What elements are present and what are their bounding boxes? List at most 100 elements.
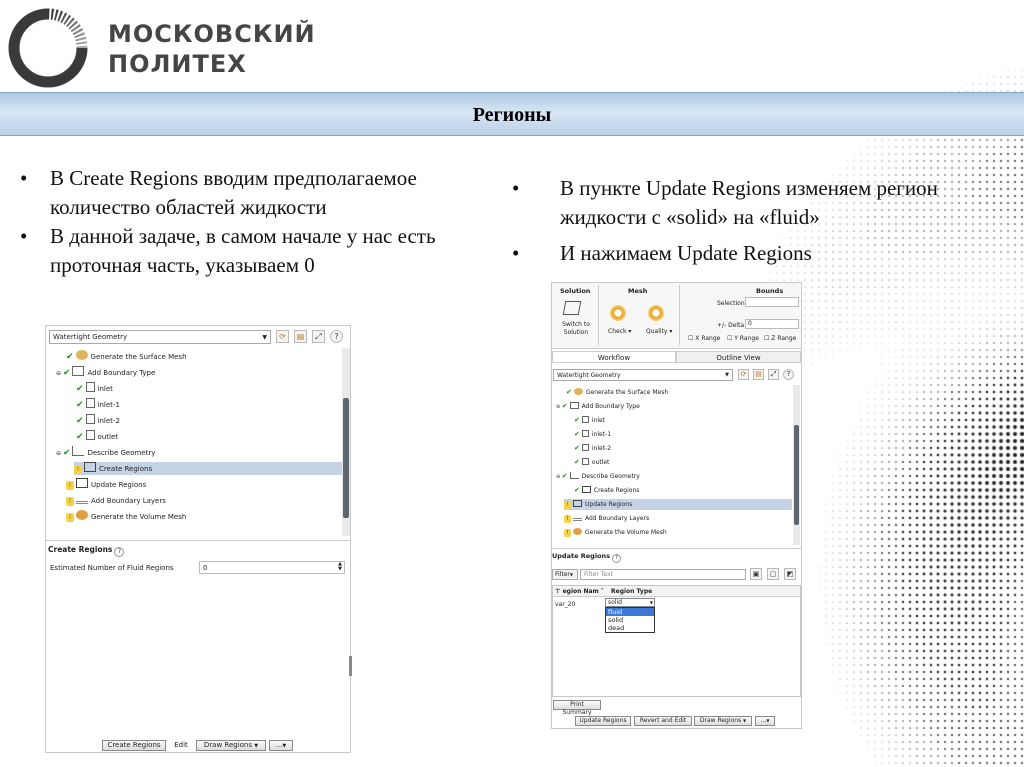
create-regions-screenshot: Watertight Geometry ▼ ⟳ ▤ ⤢ ? ✔ Generate t…: [45, 325, 352, 753]
edit-button[interactable]: Edit: [170, 740, 192, 751]
revert-and-edit-button[interactable]: Revert and Edit: [634, 716, 692, 726]
check-icon: ✔: [566, 388, 572, 396]
expand-icon[interactable]: ⤢: [312, 330, 325, 343]
invert-selection-icon[interactable]: ◩: [784, 568, 796, 580]
z-range-checkbox[interactable]: ☐ Z Range: [764, 334, 796, 344]
tree-node-generate-volume-mesh[interactable]: ! Generate the Volume Mesh: [66, 510, 186, 523]
scrollbar-thumb[interactable]: [794, 425, 799, 525]
tree-node-update-regions[interactable]: ! Update Regions: [564, 499, 792, 510]
save-icon[interactable]: ▤: [753, 369, 764, 380]
regions-table: ⊤ egion Nam ˄ Region Type var_20 solid ▼ …: [552, 585, 801, 697]
more-options-dropdown[interactable]: ...▼: [269, 740, 293, 751]
quality-icon: [648, 305, 664, 321]
y-range-checkbox[interactable]: ☐ Y Range: [727, 334, 759, 344]
save-icon[interactable]: ▤: [294, 330, 307, 343]
workflow-select[interactable]: Watertight Geometry ▼: [553, 369, 733, 381]
help-icon[interactable]: ?: [114, 547, 125, 557]
tab-workflow[interactable]: Workflow: [552, 351, 676, 363]
tree-label: Create Regions: [593, 487, 640, 494]
panel-scrollbar[interactable]: [349, 656, 352, 676]
face-icon: [581, 416, 589, 423]
y-range-label: Y Range: [734, 335, 759, 342]
tree-node-inlet-1[interactable]: ✔ inlet-1: [76, 398, 120, 411]
tree-scrollbar[interactable]: [342, 348, 350, 536]
option-fluid[interactable]: fluid: [606, 608, 654, 616]
help-icon[interactable]: ?: [330, 330, 343, 343]
surface-mesh-icon: [573, 388, 583, 395]
cube-icon: [562, 301, 582, 315]
tree-node-add-boundary-layers[interactable]: ! Add Boundary Layers: [66, 494, 166, 507]
update-regions-button[interactable]: Update Regions: [575, 716, 631, 726]
tree-node-add-boundary-type[interactable]: ⊖ ✔ Add Boundary Type: [56, 366, 155, 379]
option-dead[interactable]: dead: [606, 624, 654, 632]
boundary-icon: [569, 402, 579, 409]
collapse-icon: ⊖: [56, 450, 63, 457]
table-cell-name[interactable]: var_20: [555, 600, 575, 610]
workflow-select[interactable]: Watertight Geometry ▼: [49, 330, 271, 344]
tree-node-generate-surface-mesh[interactable]: ✔ Generate the Surface Mesh: [66, 350, 187, 363]
tree-node-generate-volume-mesh[interactable]: ! Generate the Volume Mesh: [564, 527, 667, 538]
option-solid[interactable]: solid: [606, 616, 654, 624]
field-label: Estimated Number of Fluid Regions: [50, 564, 174, 572]
tree-node-update-regions[interactable]: ! Update Regions: [66, 478, 146, 491]
tree-label: inlet-1: [97, 401, 120, 409]
tree-node-inlet-2[interactable]: ✔ inlet-2: [574, 443, 611, 454]
tree-node-outlet[interactable]: ✔ outlet: [574, 457, 609, 468]
column-header-name[interactable]: ⊤ egion Nam ˄: [555, 587, 604, 597]
tree-node-create-regions[interactable]: ✔ Create Regions: [574, 485, 639, 496]
delta-field[interactable]: 0: [745, 319, 799, 329]
check-button[interactable]: Check ▾: [608, 327, 631, 337]
more-options-dropdown[interactable]: ...▼: [755, 716, 775, 726]
reload-icon[interactable]: ⟳: [738, 369, 749, 380]
tab-outline-view[interactable]: Outline View: [676, 351, 801, 363]
select-all-icon[interactable]: ▣: [750, 568, 762, 580]
tree-node-generate-surface-mesh[interactable]: ✔ Generate the Surface Mesh: [566, 387, 668, 398]
filter-label: Filter: [555, 571, 570, 578]
warning-icon: !: [66, 497, 74, 506]
x-range-checkbox[interactable]: ☐ X Range: [688, 334, 720, 344]
check-icon: ✔: [561, 472, 568, 480]
tree-node-outlet[interactable]: ✔ outlet: [76, 430, 118, 443]
region-type-select[interactable]: solid ▼: [605, 598, 655, 607]
bullet-icon: •: [512, 176, 520, 200]
tree-node-inlet-1[interactable]: ✔ inlet-1: [574, 429, 611, 440]
check-icon: ✔: [574, 416, 580, 424]
check-icon: ✔: [66, 352, 74, 362]
spinner-icon[interactable]: ▲ ▼: [338, 562, 342, 572]
tree-node-describe-geometry[interactable]: ⊖ ✔ Describe Geometry: [556, 471, 640, 482]
warning-icon: !: [66, 513, 74, 522]
draw-regions-dropdown[interactable]: Draw Regions ▼: [694, 716, 752, 726]
tree-node-inlet[interactable]: ✔ inlet: [76, 382, 113, 395]
deselect-icon[interactable]: ▢: [767, 568, 779, 580]
tree-node-add-boundary-layers[interactable]: ! Add Boundary Layers: [564, 513, 649, 524]
create-regions-button[interactable]: Create Regions: [102, 740, 166, 751]
quality-button[interactable]: Quality ▾: [646, 327, 672, 337]
draw-regions-dropdown[interactable]: Draw Regions ▼: [196, 740, 266, 751]
selection-field[interactable]: [745, 297, 799, 307]
divider: [552, 548, 801, 549]
tree-node-create-regions[interactable]: ! Create Regions: [74, 462, 342, 475]
section-title-text: Update Regions: [552, 552, 611, 560]
tree-node-add-boundary-type[interactable]: ⊖ ✔ Add Boundary Type: [556, 401, 640, 412]
print-summary-button[interactable]: Print Summary: [553, 700, 601, 716]
help-icon[interactable]: ?: [612, 554, 622, 563]
tree-label: Describe Geometry: [581, 473, 640, 480]
expand-icon[interactable]: ⤢: [768, 369, 779, 380]
scrollbar-thumb[interactable]: [343, 398, 349, 518]
tree-node-describe-geometry[interactable]: ⊖ ✔ Describe Geometry: [56, 446, 155, 459]
check-icon: ✔: [574, 458, 580, 466]
tree-label: inlet: [97, 385, 113, 393]
filter-dropdown[interactable]: Filter▼: [552, 569, 578, 580]
column-header-type[interactable]: Region Type: [611, 587, 652, 597]
ribbon-group-solution: Solution: [560, 287, 591, 295]
fluid-regions-input[interactable]: 0 ▲ ▼: [199, 561, 345, 574]
tree-scrollbar[interactable]: [793, 385, 800, 545]
check-icon: ✔: [76, 416, 84, 426]
switch-to-solution-button[interactable]: Switch to Solution: [556, 321, 596, 337]
tree-node-inlet-2[interactable]: ✔ inlet-2: [76, 414, 120, 427]
filter-text-input[interactable]: Filter Text: [580, 569, 746, 580]
tree-node-inlet[interactable]: ✔ inlet: [574, 415, 605, 426]
face-icon: [85, 382, 95, 392]
help-icon[interactable]: ?: [783, 369, 794, 380]
reload-icon[interactable]: ⟳: [276, 330, 289, 343]
